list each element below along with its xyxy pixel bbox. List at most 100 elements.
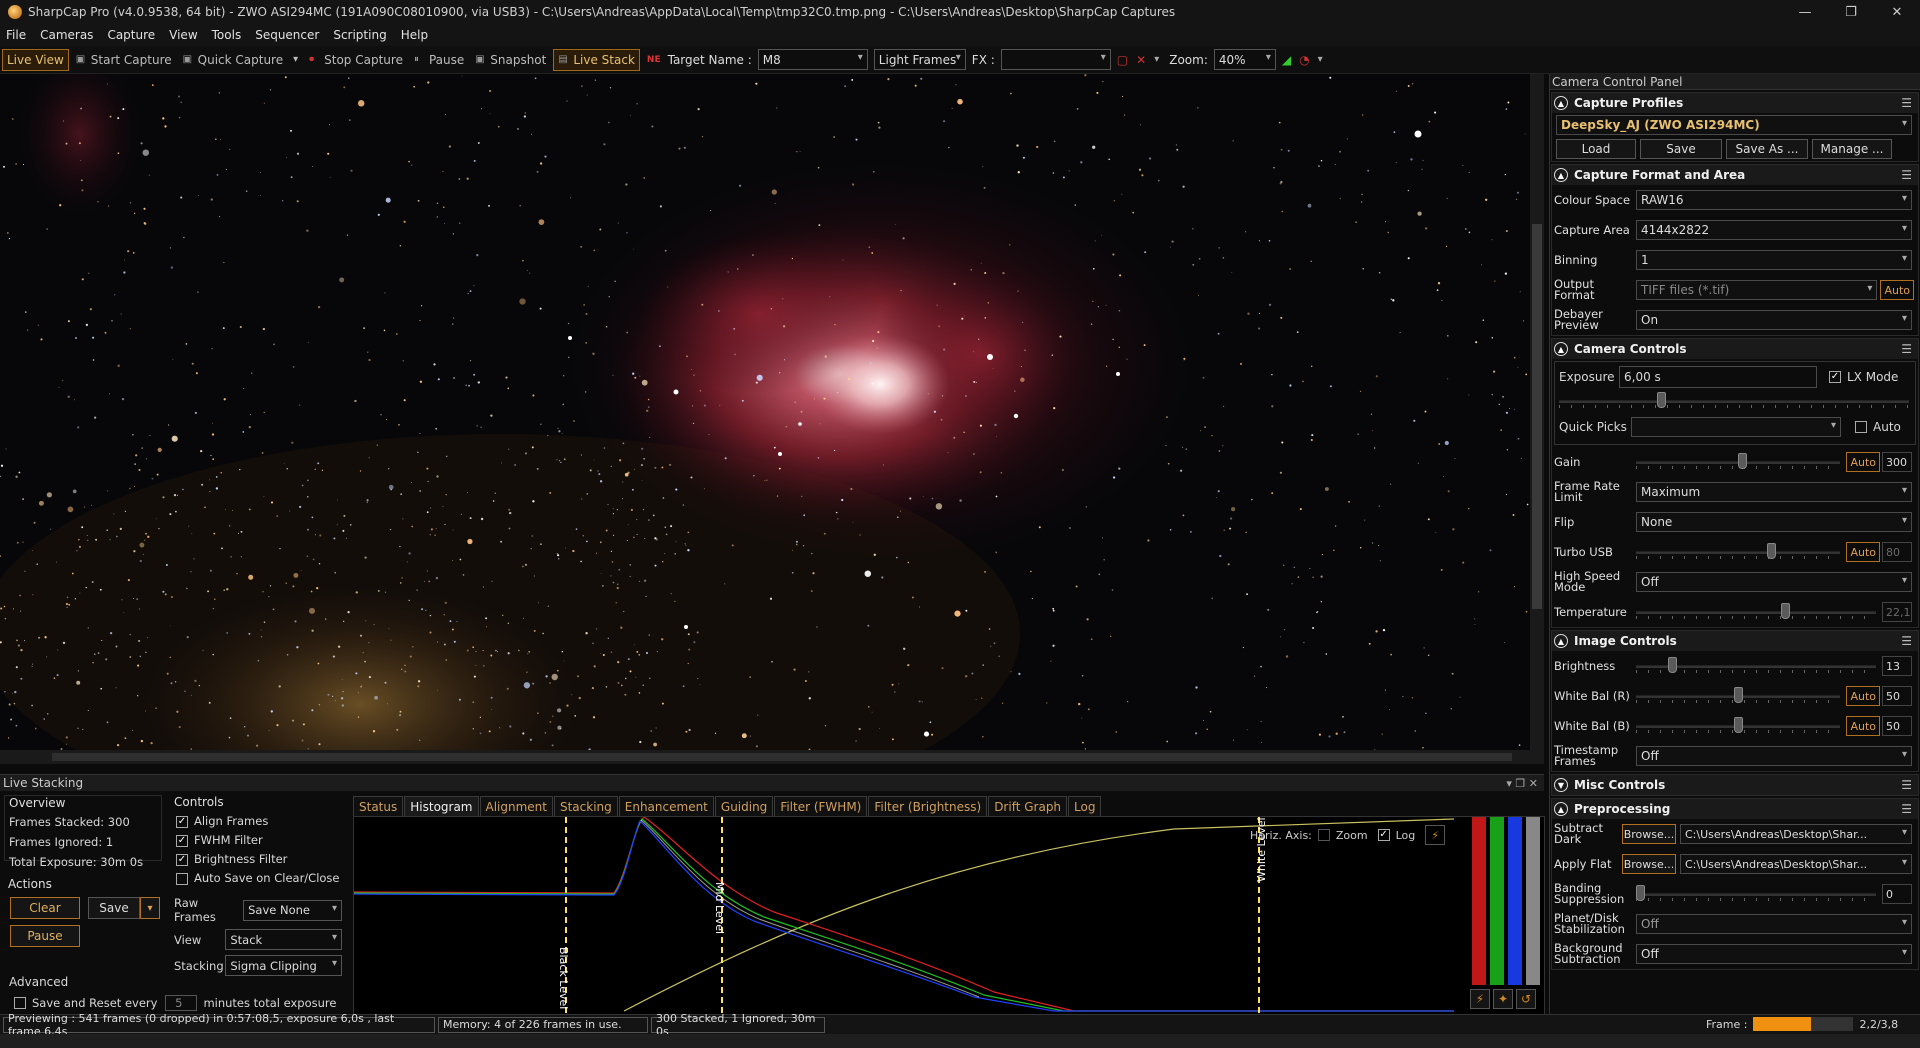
menu-tools[interactable]: Tools [212, 28, 242, 42]
menu-cameras[interactable]: Cameras [40, 28, 93, 42]
histogram-icon[interactable]: ◢ [1282, 53, 1291, 67]
ne-annotation-button[interactable]: NE [643, 49, 665, 71]
binning-combo[interactable]: 1 [1636, 250, 1912, 270]
apply-flat-browse-button[interactable]: Browse... [1622, 854, 1676, 874]
profile-load-button[interactable]: Load [1556, 139, 1636, 159]
live-stack-button[interactable]: ▤ Live Stack [553, 48, 640, 71]
white-bal-b-auto-button[interactable]: Auto [1846, 716, 1880, 736]
chevron-down-icon[interactable]: ▾ [1318, 54, 1323, 65]
background-subtraction-combo[interactable]: Off [1636, 944, 1912, 964]
crosshair-icon[interactable]: ✕ [1136, 53, 1146, 67]
output-format-combo[interactable]: TIFF files (*.tif) [1636, 280, 1878, 300]
white-bal-b-slider[interactable] [1636, 716, 1841, 736]
menu-icon[interactable]: ☰ [1901, 634, 1912, 648]
menu-view[interactable]: View [169, 28, 197, 42]
zoom-checkbox[interactable] [1317, 829, 1330, 841]
viewer-vertical-scrollbar[interactable] [1530, 74, 1544, 750]
auto-stretch-icon[interactable]: ⚡ [1470, 989, 1490, 1009]
target-name-combo[interactable]: M8 [757, 49, 868, 70]
turbo-usb-auto-button[interactable]: Auto [1846, 542, 1880, 562]
gain-value[interactable]: 300 [1882, 452, 1912, 472]
banding-suppression-slider[interactable] [1636, 884, 1876, 904]
profile-combo[interactable]: DeepSky_AJ (ZWO ASI294MC) [1556, 115, 1912, 135]
save-reset-checkbox[interactable] [14, 997, 26, 1009]
profile-save-button[interactable]: Save [1640, 139, 1722, 159]
tab-filter-brightness[interactable]: Filter (Brightness) [868, 796, 988, 816]
white-bal-b-value[interactable]: 50 [1882, 716, 1912, 736]
gain-slider[interactable] [1636, 452, 1841, 472]
menu-icon[interactable]: ☰ [1901, 168, 1912, 182]
menu-capture[interactable]: Capture [107, 28, 155, 42]
tab-histogram[interactable]: Histogram [404, 796, 479, 816]
turbo-usb-value[interactable]: 80 [1882, 542, 1912, 562]
fx-combo[interactable] [1000, 49, 1111, 70]
auto-save-checkbox[interactable] [176, 872, 188, 885]
collapse-icon[interactable]: ▲ [1554, 96, 1568, 110]
flip-combo[interactable]: None [1636, 512, 1912, 532]
menu-file[interactable]: File [6, 28, 26, 42]
stop-capture-button[interactable]: ⏺ Stop Capture [305, 49, 407, 71]
pause-stack-button[interactable]: Pause [10, 925, 80, 947]
gain-auto-button[interactable]: Auto [1846, 452, 1880, 472]
frame-type-combo[interactable]: Light Frames [873, 49, 966, 70]
tab-status[interactable]: Status [353, 796, 404, 816]
fwhm-filter-checkbox[interactable]: ✓ [176, 834, 188, 847]
menu-icon[interactable]: ☰ [1901, 342, 1912, 356]
minutes-input[interactable]: 5 [165, 995, 198, 1011]
capture-profiles-header[interactable]: ▲ Capture Profiles ☰ [1552, 93, 1918, 113]
quick-picks-auto-checkbox[interactable] [1855, 421, 1867, 433]
minimize-button[interactable]: — [1782, 0, 1828, 24]
zoom-combo[interactable]: 40% [1213, 49, 1276, 70]
reset-icon[interactable]: ↺ [1516, 989, 1536, 1009]
subtract-dark-path[interactable]: C:\Users\Andreas\Desktop\Shar... [1680, 824, 1912, 844]
capture-format-header[interactable]: ▲ Capture Format and Area ☰ [1552, 165, 1918, 185]
save-dropdown-button[interactable]: ▾ [140, 897, 160, 919]
clear-button[interactable]: Clear [10, 897, 80, 919]
frame-rate-limit-combo[interactable]: Maximum [1636, 482, 1912, 502]
quick-capture-button[interactable]: ▣ Quick Capture ▾ [179, 49, 303, 71]
collapse-icon[interactable]: ▲ [1554, 634, 1568, 648]
channel-level-bars[interactable] [1470, 817, 1546, 987]
brightness-slider[interactable] [1636, 656, 1876, 676]
collapse-icon[interactable]: ▲ [1554, 342, 1568, 356]
chevron-down-icon[interactable]: ▾ [293, 54, 298, 65]
camera-controls-header[interactable]: ▲ Camera Controls ☰ [1552, 339, 1918, 359]
clock-icon[interactable]: ◔ [1299, 53, 1309, 67]
menu-help[interactable]: Help [401, 28, 428, 42]
exposure-input[interactable]: 6,00 s [1619, 366, 1817, 388]
expand-icon[interactable]: ▼ [1554, 778, 1568, 792]
brightness-value[interactable]: 13 [1882, 656, 1912, 676]
white-bal-r-slider[interactable] [1636, 686, 1841, 706]
tab-guiding[interactable]: Guiding [714, 796, 774, 816]
profile-manage-button[interactable]: Manage ... [1812, 139, 1892, 159]
menu-icon[interactable]: ☰ [1901, 96, 1912, 110]
image-controls-header[interactable]: ▲ Image Controls ☰ [1552, 631, 1918, 651]
preprocessing-header[interactable]: ▲ Preprocessing ☰ [1552, 799, 1918, 819]
live-view-button[interactable]: Live View [2, 48, 69, 71]
profile-save-as-button[interactable]: Save As ... [1726, 139, 1808, 159]
collapse-icon[interactable]: ▲ [1554, 802, 1568, 816]
misc-controls-header[interactable]: ▼ Misc Controls ☰ [1552, 775, 1918, 795]
white-bal-r-auto-button[interactable]: Auto [1846, 686, 1880, 706]
start-capture-button[interactable]: ▣ Start Capture [72, 49, 176, 71]
tab-enhancement[interactable]: Enhancement [618, 796, 714, 816]
tab-stacking[interactable]: Stacking [553, 796, 618, 816]
raw-frames-combo[interactable]: Save None [243, 899, 342, 921]
chevron-down-icon[interactable]: ▾ [1154, 54, 1159, 65]
output-format-auto-button[interactable]: Auto [1880, 280, 1914, 300]
brightness-filter-checkbox[interactable]: ✓ [176, 853, 188, 866]
timestamp-frames-combo[interactable]: Off [1636, 746, 1912, 766]
stacking-combo[interactable]: Sigma Clipping [225, 955, 342, 976]
close-button[interactable]: ✕ [1874, 0, 1920, 24]
exposure-slider[interactable] [1559, 391, 1909, 411]
save-button[interactable]: Save [88, 897, 140, 919]
snapshot-button[interactable]: ▣ Snapshot [471, 49, 550, 71]
tab-alignment[interactable]: Alignment [479, 796, 553, 816]
pause-button[interactable]: ⏸ Pause [410, 49, 468, 71]
maximize-button[interactable]: ❐ [1828, 0, 1874, 24]
tab-log[interactable]: Log [1068, 796, 1102, 816]
colour-space-combo[interactable]: RAW16 [1636, 190, 1912, 210]
menu-sequencer[interactable]: Sequencer [255, 28, 319, 42]
apply-flat-path[interactable]: C:\Users\Andreas\Desktop\Shar... [1680, 854, 1912, 874]
tab-drift-graph[interactable]: Drift Graph [988, 796, 1068, 816]
